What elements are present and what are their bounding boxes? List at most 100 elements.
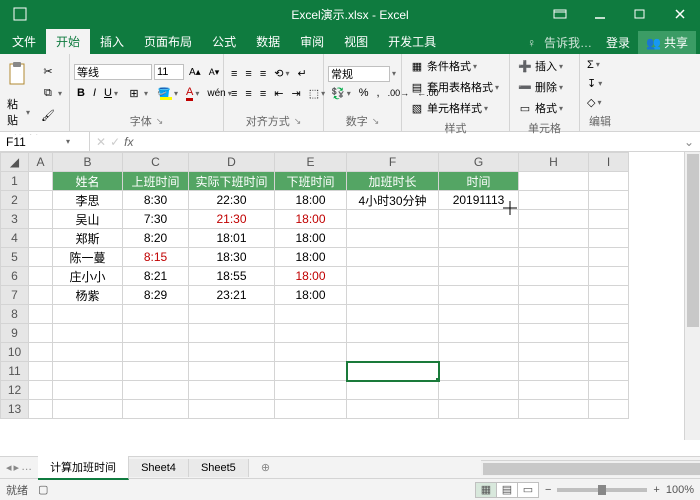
tab-data[interactable]: 数据: [246, 29, 290, 54]
zoom-in-button[interactable]: +: [653, 484, 659, 496]
cell[interactable]: [189, 343, 275, 362]
fx-icon[interactable]: fx: [124, 135, 133, 149]
cell[interactable]: 姓名: [53, 172, 123, 191]
cell[interactable]: [519, 343, 589, 362]
enter-formula-icon[interactable]: ✓: [110, 135, 120, 149]
font-launcher[interactable]: ↘: [156, 116, 164, 127]
col-header[interactable]: H: [519, 153, 589, 172]
align-launcher[interactable]: ↘: [294, 116, 302, 127]
cell[interactable]: [519, 172, 589, 191]
cell[interactable]: [53, 324, 123, 343]
cell[interactable]: 加班时长: [347, 172, 439, 191]
cell[interactable]: [439, 248, 519, 267]
sheet-nav-more[interactable]: …: [21, 461, 32, 474]
cell[interactable]: 20191113: [439, 191, 519, 210]
cell[interactable]: [439, 305, 519, 324]
close-button[interactable]: [660, 0, 700, 28]
scrollbar-horizontal[interactable]: [481, 460, 700, 476]
cell[interactable]: [189, 400, 275, 419]
share-button[interactable]: 👥共享: [638, 31, 696, 54]
cell[interactable]: [519, 381, 589, 400]
minimize-button[interactable]: [580, 0, 620, 28]
cell[interactable]: [123, 324, 189, 343]
row-header[interactable]: 8: [1, 305, 29, 324]
tab-home[interactable]: 开始: [46, 29, 90, 54]
italic-button[interactable]: I: [90, 85, 99, 101]
cell[interactable]: [519, 286, 589, 305]
align-middle-button[interactable]: ≡: [242, 66, 254, 82]
cell[interactable]: [589, 381, 629, 400]
table-format-button[interactable]: ▤套用表格格式▾: [406, 77, 502, 97]
cell[interactable]: 18:30: [189, 248, 275, 267]
percent-button[interactable]: %: [356, 85, 372, 101]
select-all-corner[interactable]: ◢: [1, 153, 29, 172]
cell[interactable]: [519, 267, 589, 286]
col-header[interactable]: A: [29, 153, 53, 172]
cell[interactable]: [589, 324, 629, 343]
col-header[interactable]: C: [123, 153, 189, 172]
cell[interactable]: 吴山: [53, 210, 123, 229]
cell[interactable]: [347, 286, 439, 305]
tab-dev[interactable]: 开发工具: [378, 29, 446, 54]
cell[interactable]: [347, 267, 439, 286]
cell[interactable]: [439, 210, 519, 229]
cell[interactable]: [29, 381, 53, 400]
cell[interactable]: [275, 305, 347, 324]
cell[interactable]: [29, 210, 53, 229]
align-right-button[interactable]: ≡: [257, 86, 269, 102]
cell[interactable]: [589, 286, 629, 305]
cell[interactable]: [347, 324, 439, 343]
sheet-tab-2[interactable]: Sheet5: [189, 459, 249, 477]
zoom-slider[interactable]: [557, 488, 647, 492]
cell[interactable]: [53, 400, 123, 419]
format-cells-button[interactable]: ▭格式▾: [514, 98, 566, 118]
cell[interactable]: 4小时30分钟: [347, 191, 439, 210]
autosum-button[interactable]: Σ▾: [584, 57, 605, 73]
cell[interactable]: [519, 305, 589, 324]
cell-styles-button[interactable]: ▧单元格样式▾: [406, 98, 502, 118]
cell[interactable]: [519, 362, 589, 381]
sheet-tab-active[interactable]: 计算加班时间: [38, 456, 129, 480]
cell[interactable]: 18:00: [275, 191, 347, 210]
tab-view[interactable]: 视图: [334, 29, 378, 54]
cell[interactable]: [53, 343, 123, 362]
cell[interactable]: [29, 248, 53, 267]
cell[interactable]: [29, 324, 53, 343]
row-header[interactable]: 1: [1, 172, 29, 191]
cell[interactable]: [275, 362, 347, 381]
increase-font-button[interactable]: A▴: [186, 65, 204, 80]
cell[interactable]: [29, 305, 53, 324]
tab-formula[interactable]: 公式: [202, 29, 246, 54]
cell[interactable]: [439, 362, 519, 381]
align-center-button[interactable]: ≡: [242, 86, 254, 102]
scrollbar-vertical[interactable]: [684, 152, 700, 440]
cell[interactable]: [347, 210, 439, 229]
border-button[interactable]: ⊞▾: [123, 83, 151, 103]
cell[interactable]: 杨紫: [53, 286, 123, 305]
cell[interactable]: [519, 324, 589, 343]
tab-review[interactable]: 审阅: [290, 29, 334, 54]
maximize-button[interactable]: [620, 0, 660, 28]
view-normal-button[interactable]: ▦: [475, 482, 497, 498]
cell[interactable]: [439, 229, 519, 248]
cell[interactable]: 18:01: [189, 229, 275, 248]
cell[interactable]: [347, 400, 439, 419]
paste-icon[interactable]: [4, 56, 32, 92]
cell[interactable]: [519, 229, 589, 248]
cond-format-button[interactable]: ▦条件格式▾: [406, 56, 502, 76]
fill-button[interactable]: ↧▾: [584, 75, 605, 92]
login-button[interactable]: 登录: [600, 31, 636, 54]
delete-cells-button[interactable]: ➖删除▾: [514, 77, 566, 97]
cell[interactable]: [53, 381, 123, 400]
cell[interactable]: 庄小小: [53, 267, 123, 286]
cell[interactable]: [123, 400, 189, 419]
cell[interactable]: [29, 191, 53, 210]
cell[interactable]: [189, 362, 275, 381]
bold-button[interactable]: B: [74, 85, 88, 101]
orientation-button[interactable]: ⟲▾: [271, 65, 292, 82]
decrease-font-button[interactable]: A▾: [206, 65, 223, 80]
cell[interactable]: [275, 324, 347, 343]
row-header[interactable]: 5: [1, 248, 29, 267]
cell[interactable]: [589, 191, 629, 210]
cell[interactable]: 22:30: [189, 191, 275, 210]
